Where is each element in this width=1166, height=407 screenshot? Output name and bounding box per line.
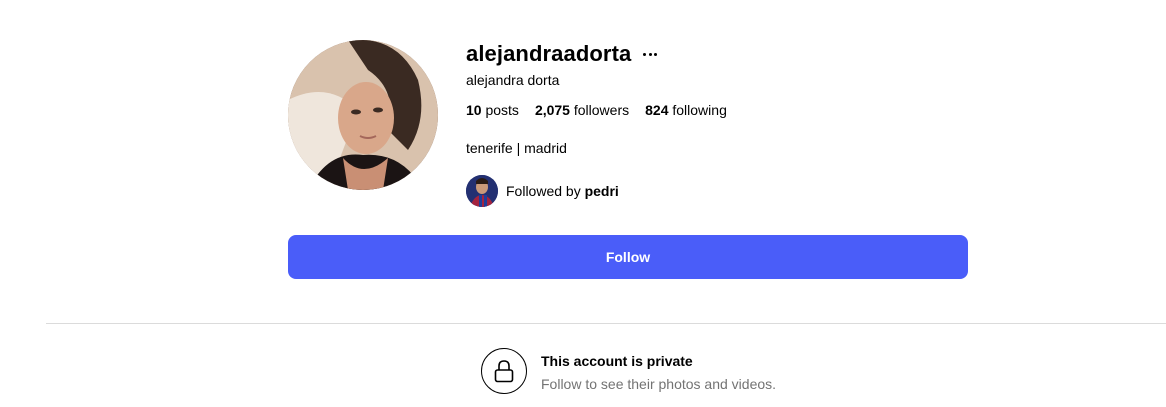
lock-icon [481, 348, 527, 394]
profile-username: alejandraadorta [466, 41, 632, 66]
private-account-title: This account is private [541, 353, 693, 369]
profile-page: alejandraadorta alejandra dorta 10 posts… [0, 0, 1166, 407]
more-options-icon[interactable] [643, 47, 658, 61]
followed-by-name[interactable]: pedri [585, 183, 619, 199]
username-row: alejandraadorta [466, 38, 658, 70]
followed-by-text: Followed by pedri [506, 183, 619, 199]
following-label: following [672, 102, 727, 118]
posts-label: posts [485, 102, 519, 118]
following-stat[interactable]: 824 following [645, 102, 727, 118]
follower-avatar-photo [466, 175, 498, 207]
followers-stat[interactable]: 2,075 followers [535, 102, 629, 118]
followers-count: 2,075 [534, 102, 570, 118]
private-account-subtitle: Follow to see their photos and videos. [541, 376, 777, 392]
profile-full-name: alejandra dorta [466, 72, 560, 88]
posts-stat: 10 posts [466, 102, 519, 118]
follower-avatar[interactable] [466, 175, 498, 207]
posts-count: 10 [466, 102, 482, 118]
avatar-photo [288, 40, 438, 190]
following-count: 824 [645, 102, 669, 118]
lock-icon-glyph [494, 360, 514, 383]
profile-stats: 10 posts 2,075 followers 824 following [466, 102, 727, 118]
followed-by-prefix: Followed by [506, 183, 581, 199]
followers-label: followers [573, 102, 630, 118]
profile-avatar[interactable] [288, 40, 438, 190]
profile-bio: tenerife | madrid [466, 140, 567, 156]
followed-by-row[interactable]: Followed by pedri [466, 175, 619, 207]
follow-button[interactable]: Follow [288, 235, 968, 279]
section-divider [46, 323, 1166, 324]
